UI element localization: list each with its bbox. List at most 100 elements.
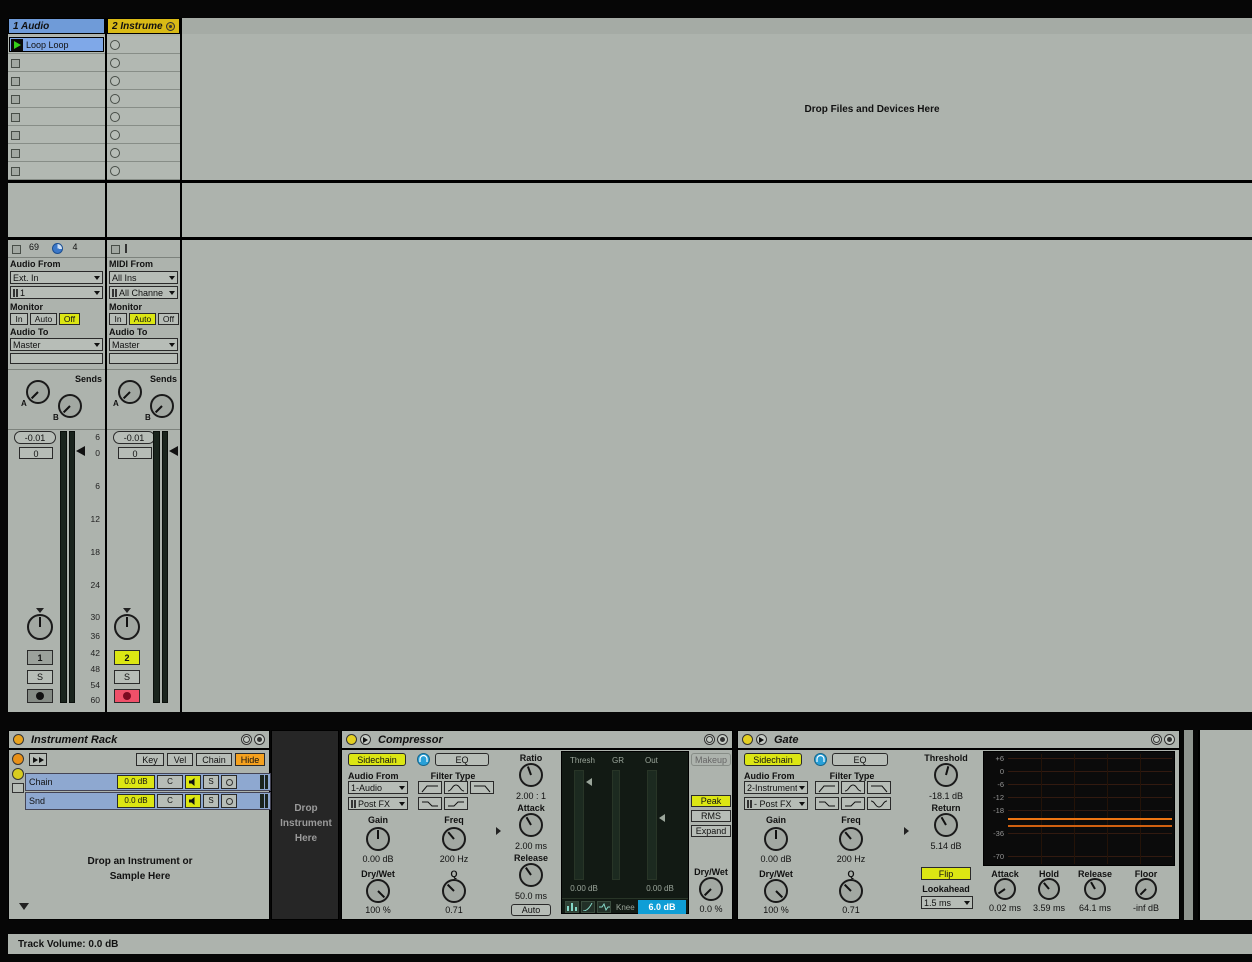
return-knob[interactable] [934, 813, 958, 837]
drywet-value[interactable]: 100 % [348, 905, 408, 915]
sidechain-toggle-button[interactable]: Sidechain [348, 753, 406, 766]
sidechain-position-dropdown[interactable]: Post FX [348, 797, 408, 810]
input-type-dropdown[interactable]: Ext. In [10, 271, 103, 284]
monitor-auto-button[interactable]: Auto [30, 313, 57, 325]
attack-value[interactable]: 0.02 ms [983, 903, 1027, 913]
clip-slot[interactable] [8, 54, 105, 72]
clip-slot[interactable] [107, 72, 180, 90]
filter-highshelf-button[interactable] [841, 797, 865, 810]
rms-mode-button[interactable]: RMS [691, 810, 731, 822]
vel-map-button[interactable]: Vel [167, 753, 193, 766]
clip-stop-button[interactable] [11, 149, 20, 158]
chain-map-button[interactable]: Chain [196, 753, 232, 766]
clip-slot[interactable] [8, 126, 105, 144]
clip-slot[interactable] [8, 162, 105, 180]
track-stop-all-button[interactable] [12, 245, 21, 254]
gain-value[interactable]: 0.00 dB [348, 854, 408, 864]
track-number-button[interactable]: 2 [114, 650, 140, 665]
sidechain-gain-knob[interactable] [764, 827, 788, 851]
floor-value[interactable]: -inf dB [1123, 903, 1169, 913]
return-value[interactable]: 5.14 dB [913, 841, 979, 851]
freq-knob[interactable] [839, 827, 863, 851]
section-expand-icon[interactable] [496, 827, 501, 835]
freq-value[interactable]: 200 Hz [815, 854, 887, 864]
clip-slot[interactable]: Loop Loop [8, 36, 105, 54]
output-channel-box[interactable] [10, 353, 103, 364]
device-activator-icon[interactable] [742, 734, 753, 745]
sidechain-drywet-knob[interactable] [366, 879, 390, 903]
save-preset-icon[interactable] [1164, 734, 1175, 745]
show-devices-icon[interactable] [12, 783, 24, 793]
floor-knob[interactable] [1135, 878, 1157, 900]
device-title-bar[interactable]: Instrument Rack [9, 731, 269, 750]
activity-view-button[interactable] [597, 901, 611, 913]
pan-knob[interactable] [114, 614, 140, 640]
gate-threshold-display[interactable]: +6 0 -6 -12 -18 -36 -70 [983, 751, 1175, 866]
collapsed-view-button[interactable] [565, 901, 579, 913]
release-value[interactable]: 50.0 ms [506, 891, 556, 901]
drywet-value[interactable]: 0.0 % [689, 904, 733, 914]
clip-slot-button[interactable] [110, 166, 120, 176]
device-title-bar[interactable]: Gate [738, 731, 1179, 750]
volume-value-box[interactable]: -0.01 [113, 431, 155, 444]
send-a-knob[interactable] [118, 380, 142, 404]
clip-slot[interactable] [8, 72, 105, 90]
return-line[interactable] [1008, 825, 1172, 827]
chain-speaker-icon[interactable] [185, 794, 201, 808]
clip-stop-button[interactable] [11, 113, 20, 122]
hold-knob[interactable] [1038, 878, 1060, 900]
lookahead-dropdown[interactable]: 1.5 ms [921, 896, 973, 909]
output-type-dropdown[interactable]: Master [109, 338, 178, 351]
transfer-curve-view-button[interactable] [581, 901, 595, 913]
pan-knob[interactable] [27, 614, 53, 640]
chain-speaker-icon[interactable] [185, 775, 201, 789]
monitor-off-button[interactable]: Off [158, 313, 179, 325]
clip-loop-loop[interactable]: Loop Loop [9, 37, 104, 52]
device-activator-icon[interactable] [13, 734, 24, 745]
hold-value[interactable]: 3.59 ms [1029, 903, 1069, 913]
filter-lowpass-button[interactable] [470, 781, 494, 794]
clip-slot[interactable] [107, 54, 180, 72]
filter-bandpass-button[interactable] [841, 781, 865, 794]
device-drop-strip[interactable] [1184, 730, 1193, 920]
input-channel-dropdown[interactable]: 1 [10, 286, 103, 299]
clip-stop-button[interactable] [11, 167, 20, 176]
input-channel-dropdown[interactable]: All Channe [109, 286, 178, 299]
clip-slot-button[interactable] [110, 40, 120, 50]
track-number-button[interactable]: 1 [27, 650, 53, 665]
arm-record-button[interactable] [114, 689, 140, 703]
section-expand-icon[interactable] [904, 827, 909, 835]
output-channel-box[interactable] [109, 353, 178, 364]
rack-device-drop-zone[interactable]: Drop Instrument Here [271, 730, 339, 920]
solo-button[interactable]: S [114, 670, 140, 684]
sidechain-gain-knob[interactable] [366, 827, 390, 851]
sidechain-toggle-button[interactable]: Sidechain [744, 753, 802, 766]
chain-list-icon[interactable] [12, 768, 24, 780]
clip-slot-button[interactable] [110, 58, 120, 68]
expand-mode-button[interactable]: Expand [691, 825, 731, 837]
input-type-dropdown[interactable]: All Ins [109, 271, 178, 284]
makeup-button[interactable]: Makeup [691, 753, 731, 766]
chain-pan[interactable]: C [157, 794, 183, 808]
q-value[interactable]: 0.71 [815, 905, 887, 915]
hot-swap-icon[interactable] [704, 734, 715, 745]
auto-release-button[interactable]: Auto [511, 904, 551, 916]
filter-bandpass-button[interactable] [444, 781, 468, 794]
output-marker-icon[interactable] [659, 814, 665, 822]
monitor-in-button[interactable]: In [10, 313, 28, 325]
track-stop-all-button[interactable] [111, 245, 120, 254]
drywet-knob[interactable] [699, 877, 723, 901]
chain-row[interactable]: Chain 0.0 dB C S [25, 773, 271, 791]
clip-slot[interactable] [8, 90, 105, 108]
clip-slot[interactable] [107, 144, 180, 162]
drywet-value[interactable]: 100 % [744, 905, 808, 915]
save-preset-icon[interactable] [717, 734, 728, 745]
clip-slot[interactable] [107, 162, 180, 180]
q-value[interactable]: 0.71 [418, 905, 490, 915]
clip-slot-button[interactable] [110, 94, 120, 104]
attack-knob[interactable] [519, 813, 543, 837]
q-knob[interactable] [839, 879, 863, 903]
volume-value-box[interactable]: -0.01 [14, 431, 56, 444]
filter-lowshelf-button[interactable] [418, 797, 442, 810]
chain-volume[interactable]: 0.0 dB [117, 794, 155, 808]
